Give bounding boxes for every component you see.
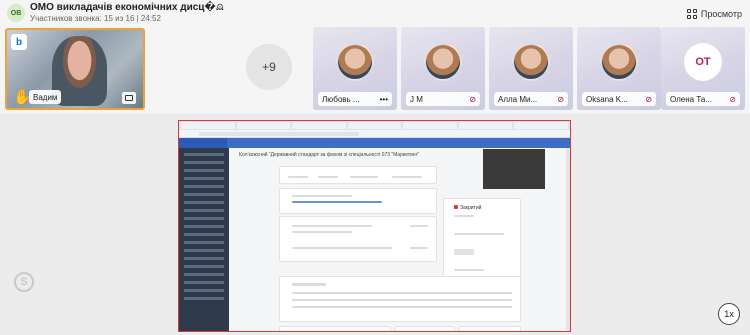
card xyxy=(279,326,391,331)
card: Закритий xyxy=(443,198,521,288)
participant-strip: b ✋ Вадим +9 Любовь ... ••• J M ⊘ Алла М… xyxy=(0,27,750,115)
group-avatar[interactable]: OB xyxy=(7,4,25,22)
participant-tile[interactable]: Oksana K... ⊘ xyxy=(577,27,661,110)
video-overlay xyxy=(483,149,545,189)
card xyxy=(279,276,521,322)
bing-icon: b xyxy=(11,34,27,50)
participant-name: Алла Ми... xyxy=(498,94,538,104)
card xyxy=(395,326,455,331)
zoom-button[interactable]: 1x xyxy=(718,303,740,325)
mic-off-icon: ⊘ xyxy=(557,94,564,104)
skype-icon: S xyxy=(14,272,34,292)
more-participants-button[interactable]: +9 xyxy=(246,44,292,90)
participant-tile[interactable]: ОТ Олена Та... ⊘ xyxy=(661,27,745,110)
avatar xyxy=(424,43,462,81)
participant-name: J M xyxy=(410,94,423,104)
participant-tile[interactable]: Любовь ... ••• xyxy=(313,27,397,110)
participant-name-pill: Олена Та... ⊘ xyxy=(666,92,740,106)
participant-name-pill: J M ⊘ xyxy=(406,92,480,106)
participant-tile[interactable]: J M ⊘ xyxy=(401,27,485,110)
view-button[interactable]: Просмотр xyxy=(686,6,742,22)
course-title: Кол’єкжсний “Державний стандарт за фахом… xyxy=(239,152,420,158)
grid-icon xyxy=(686,9,697,19)
more-options-icon[interactable]: ••• xyxy=(380,95,388,104)
address-bar xyxy=(179,130,570,138)
mic-off-icon: ⊘ xyxy=(469,94,476,104)
mic-off-icon: ⊘ xyxy=(729,94,736,104)
participant-name-pill: Любовь ... ••• xyxy=(318,92,392,106)
mic-off-icon: ⊘ xyxy=(645,94,652,104)
participant-tile[interactable]: Алла Ми... ⊘ xyxy=(489,27,573,110)
participant-name: Oksana K... xyxy=(586,94,628,104)
participant-name-pill: Алла Ми... ⊘ xyxy=(494,92,568,106)
app-bar xyxy=(179,138,570,148)
participant-name: Любовь ... xyxy=(322,94,360,104)
avatar xyxy=(512,43,550,81)
view-label: Просмотр xyxy=(700,9,742,19)
card xyxy=(459,326,521,331)
locked-label: Закритий xyxy=(454,205,481,211)
participant-name: Вадим xyxy=(29,90,62,104)
card xyxy=(279,166,437,184)
settings-icon[interactable]: ⚙ xyxy=(216,2,224,13)
lock-icon xyxy=(454,205,458,209)
shared-sidebar xyxy=(179,148,229,331)
participant-name-pill: Oksana K... ⊘ xyxy=(582,92,656,106)
avatar-initials: ОТ xyxy=(684,43,722,81)
shared-screen[interactable]: Кол’єкжсний “Державний стандарт за фахом… xyxy=(178,120,571,332)
call-header: OB ОМО викладачів економічних дисц�... ⚙… xyxy=(0,0,750,27)
app-logo xyxy=(179,138,227,148)
call-status: Участников звонка: 15 из 16 | 24:52 xyxy=(30,14,161,23)
participant-tile-main[interactable]: b ✋ Вадим xyxy=(5,28,145,110)
scrollbar[interactable] xyxy=(566,148,570,331)
avatar xyxy=(336,43,374,81)
avatar xyxy=(600,43,638,81)
participant-name: Олена Та... xyxy=(670,94,712,104)
shared-screen-stage: S Кол’єкжсний “Державний стандарт за фах… xyxy=(0,115,750,335)
card xyxy=(279,216,437,262)
screen-share-icon[interactable] xyxy=(122,92,136,104)
call-title[interactable]: ОМО викладачів економічних дисц�... xyxy=(30,2,224,13)
browser-tabs xyxy=(179,121,570,130)
card xyxy=(279,188,437,214)
